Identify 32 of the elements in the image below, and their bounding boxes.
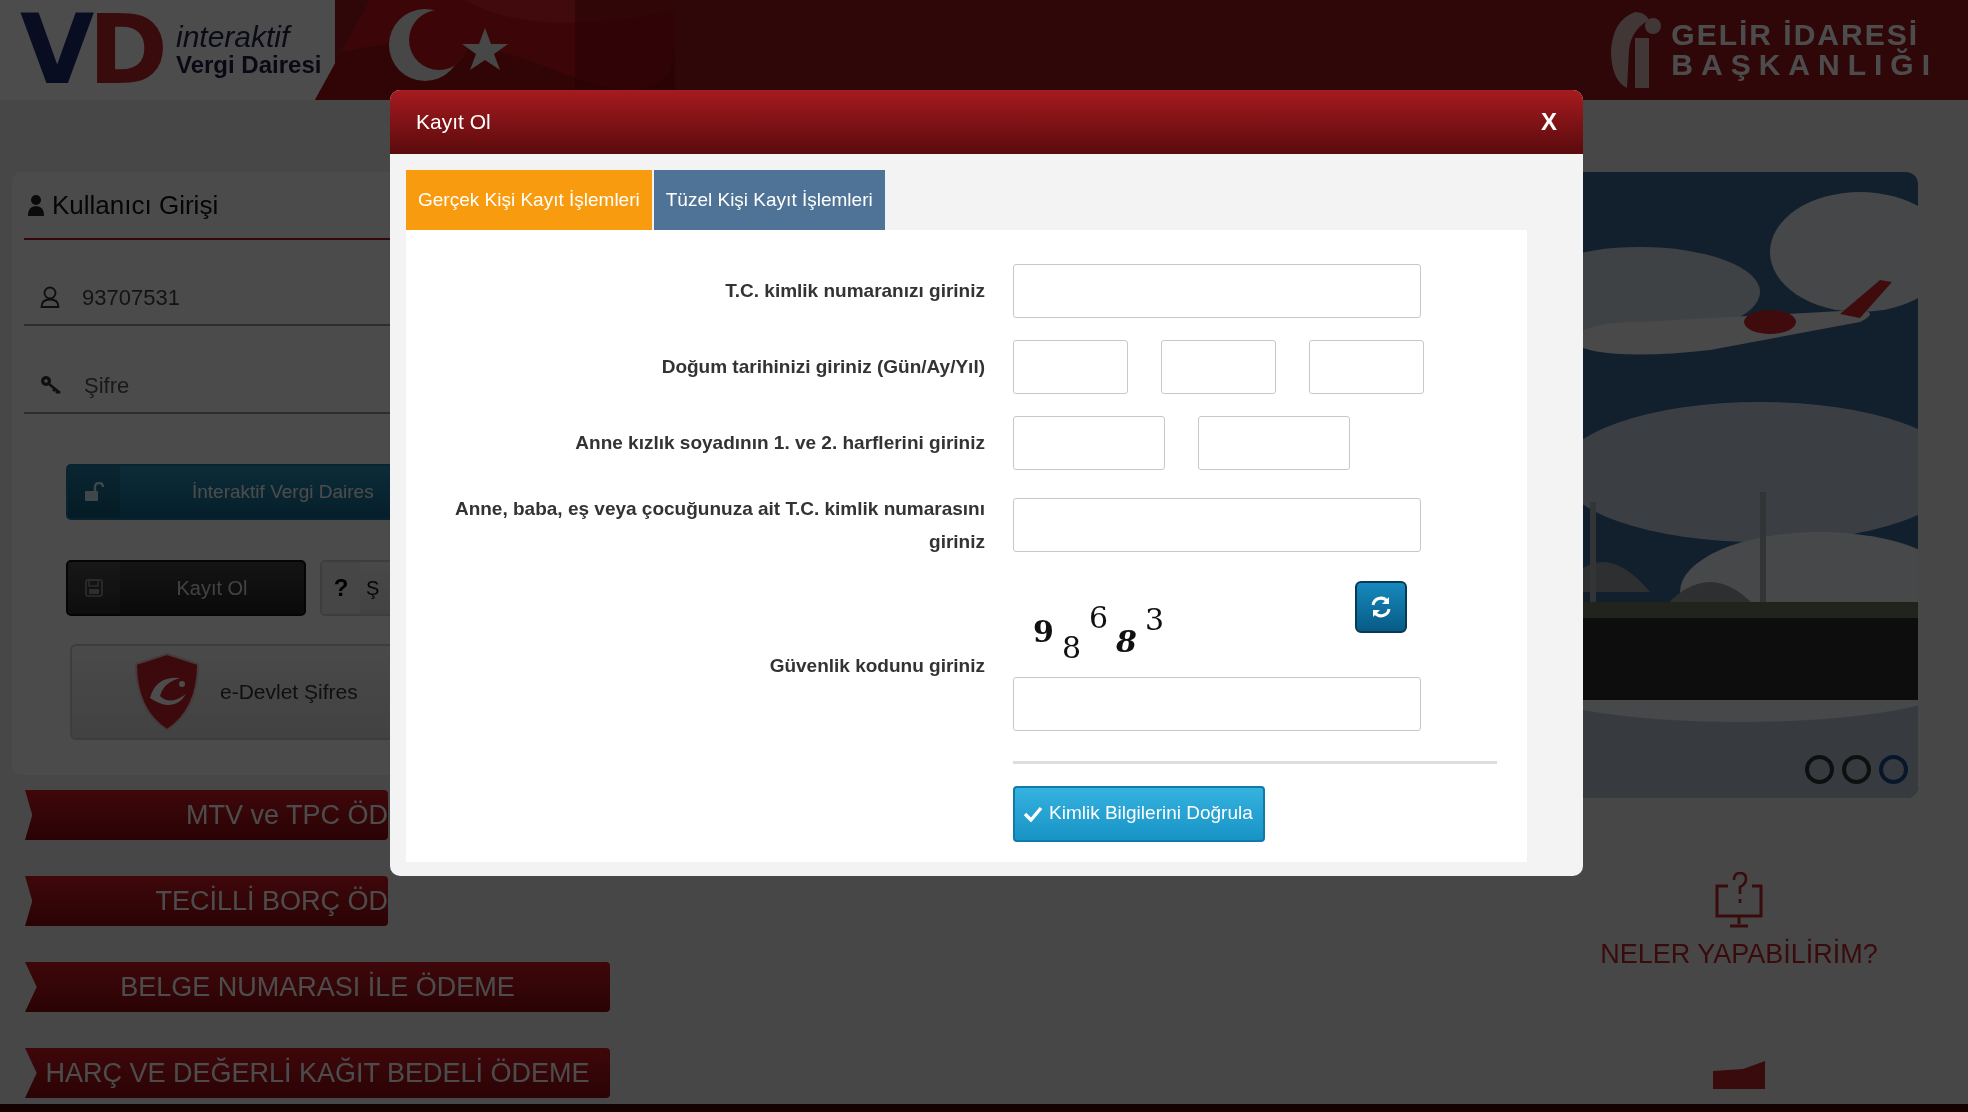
agency-name: GELİR İDARESİ — [1671, 20, 1920, 50]
check-icon — [1023, 805, 1043, 822]
captcha-digit: 8 — [1061, 628, 1081, 667]
input-field[interactable] — [1309, 340, 1424, 394]
captcha-digit: 8 — [1116, 622, 1137, 661]
input-field[interactable] — [1013, 498, 1421, 553]
refresh-button[interactable] — [1355, 580, 1407, 633]
field-label: Anne, baba, eş veya çocuğunuza ait T.C. kimlik numarasını giriniz — [453, 497, 986, 555]
logo-letters: VD — [20, 2, 162, 98]
input-field[interactable] — [1198, 416, 1350, 470]
tab[interactable]: Tüzel Kişi Kayıt İşlemleri — [653, 170, 885, 230]
field-label: Anne kızlık soyadının 1. ve 2. harflerini giriniz — [574, 431, 986, 456]
input-field[interactable] — [1013, 264, 1421, 318]
input-field[interactable] — [1013, 340, 1128, 394]
brand-name: interaktif — [176, 21, 293, 52]
captcha-digit: 3 — [1144, 600, 1165, 639]
brand-name: Vergi Dairesi — [176, 51, 322, 79]
verify-button[interactable]: Kimlik Bilgilerini Doğrula — [1013, 785, 1265, 842]
tab[interactable]: Gerçek Kişi Kayıt İşlemleri — [406, 170, 652, 230]
input-field[interactable] — [1161, 340, 1276, 394]
input-field[interactable] — [1013, 416, 1165, 470]
panel-title: Kullanıcı Girişi — [52, 188, 219, 222]
dialog-title: Kayıt Ol — [416, 109, 491, 136]
captcha-digit: 9 — [1033, 612, 1054, 651]
agency-name: BAŞKANLIĞI — [1671, 50, 1938, 80]
input-field[interactable] — [1013, 676, 1421, 731]
close-button[interactable]: X — [1541, 108, 1557, 136]
refresh-icon — [1370, 595, 1392, 618]
field-label: Güvenlik kodunu giriniz — [768, 653, 986, 678]
captcha-digit: 6 — [1088, 598, 1109, 637]
field-label: Doğum tarihinizi giriniz (Gün/Ay/Yıl) — [660, 355, 986, 380]
field-label: T.C. kimlik numaranızı giriniz — [724, 279, 986, 304]
